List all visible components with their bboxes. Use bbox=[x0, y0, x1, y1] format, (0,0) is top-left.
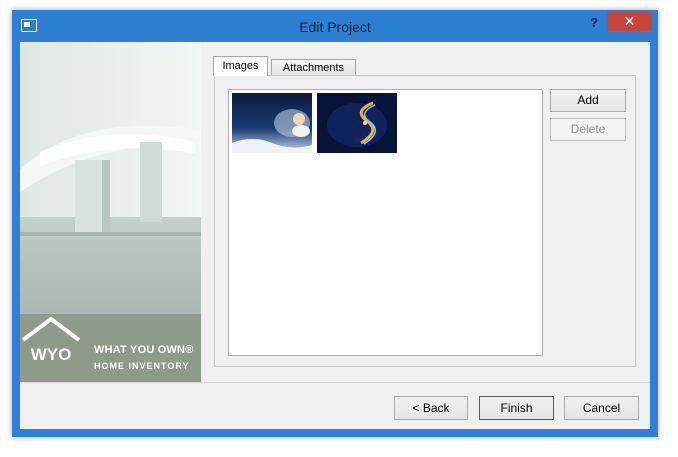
close-button[interactable]: ✕ bbox=[607, 11, 652, 31]
image-thumbnail[interactable] bbox=[317, 93, 397, 153]
logo-text: WYO bbox=[31, 345, 72, 364]
interior-photo bbox=[20, 42, 201, 314]
cancel-button[interactable]: Cancel bbox=[564, 396, 639, 420]
images-tab-panel: Add Delete bbox=[214, 75, 636, 367]
wizard-banner-image: WYO WHAT YOU OWN® HOME INVENTORY bbox=[20, 42, 201, 382]
footer-divider bbox=[20, 382, 650, 383]
finish-button[interactable]: Finish bbox=[479, 396, 554, 420]
help-button[interactable]: ? bbox=[584, 13, 604, 33]
title-bar[interactable]: Edit Project ? ✕ bbox=[12, 10, 658, 42]
brand-name: WHAT YOU OWN® bbox=[94, 344, 194, 356]
brand-band: WYO WHAT YOU OWN® HOME INVENTORY bbox=[20, 314, 201, 382]
image-list[interactable] bbox=[228, 89, 543, 356]
window-title: Edit Project bbox=[299, 19, 371, 35]
image-thumbnail[interactable] bbox=[232, 93, 312, 153]
thumbnail-picture bbox=[317, 93, 397, 153]
delete-image-button[interactable]: Delete bbox=[550, 118, 626, 141]
add-image-button[interactable]: Add bbox=[550, 89, 626, 112]
thumbnail-picture bbox=[232, 93, 312, 153]
brand-subtitle: HOME INVENTORY bbox=[94, 361, 190, 371]
tab-images[interactable]: Images bbox=[213, 56, 268, 76]
dialog-body: WYO WHAT YOU OWN® HOME INVENTORY Images … bbox=[20, 42, 650, 429]
edit-project-dialog: Edit Project ? ✕ WYO WHAT YOU OWN® HOME … bbox=[12, 10, 658, 437]
wyo-house-logo-icon: WYO bbox=[21, 316, 81, 364]
back-button[interactable]: < Back bbox=[394, 396, 468, 420]
